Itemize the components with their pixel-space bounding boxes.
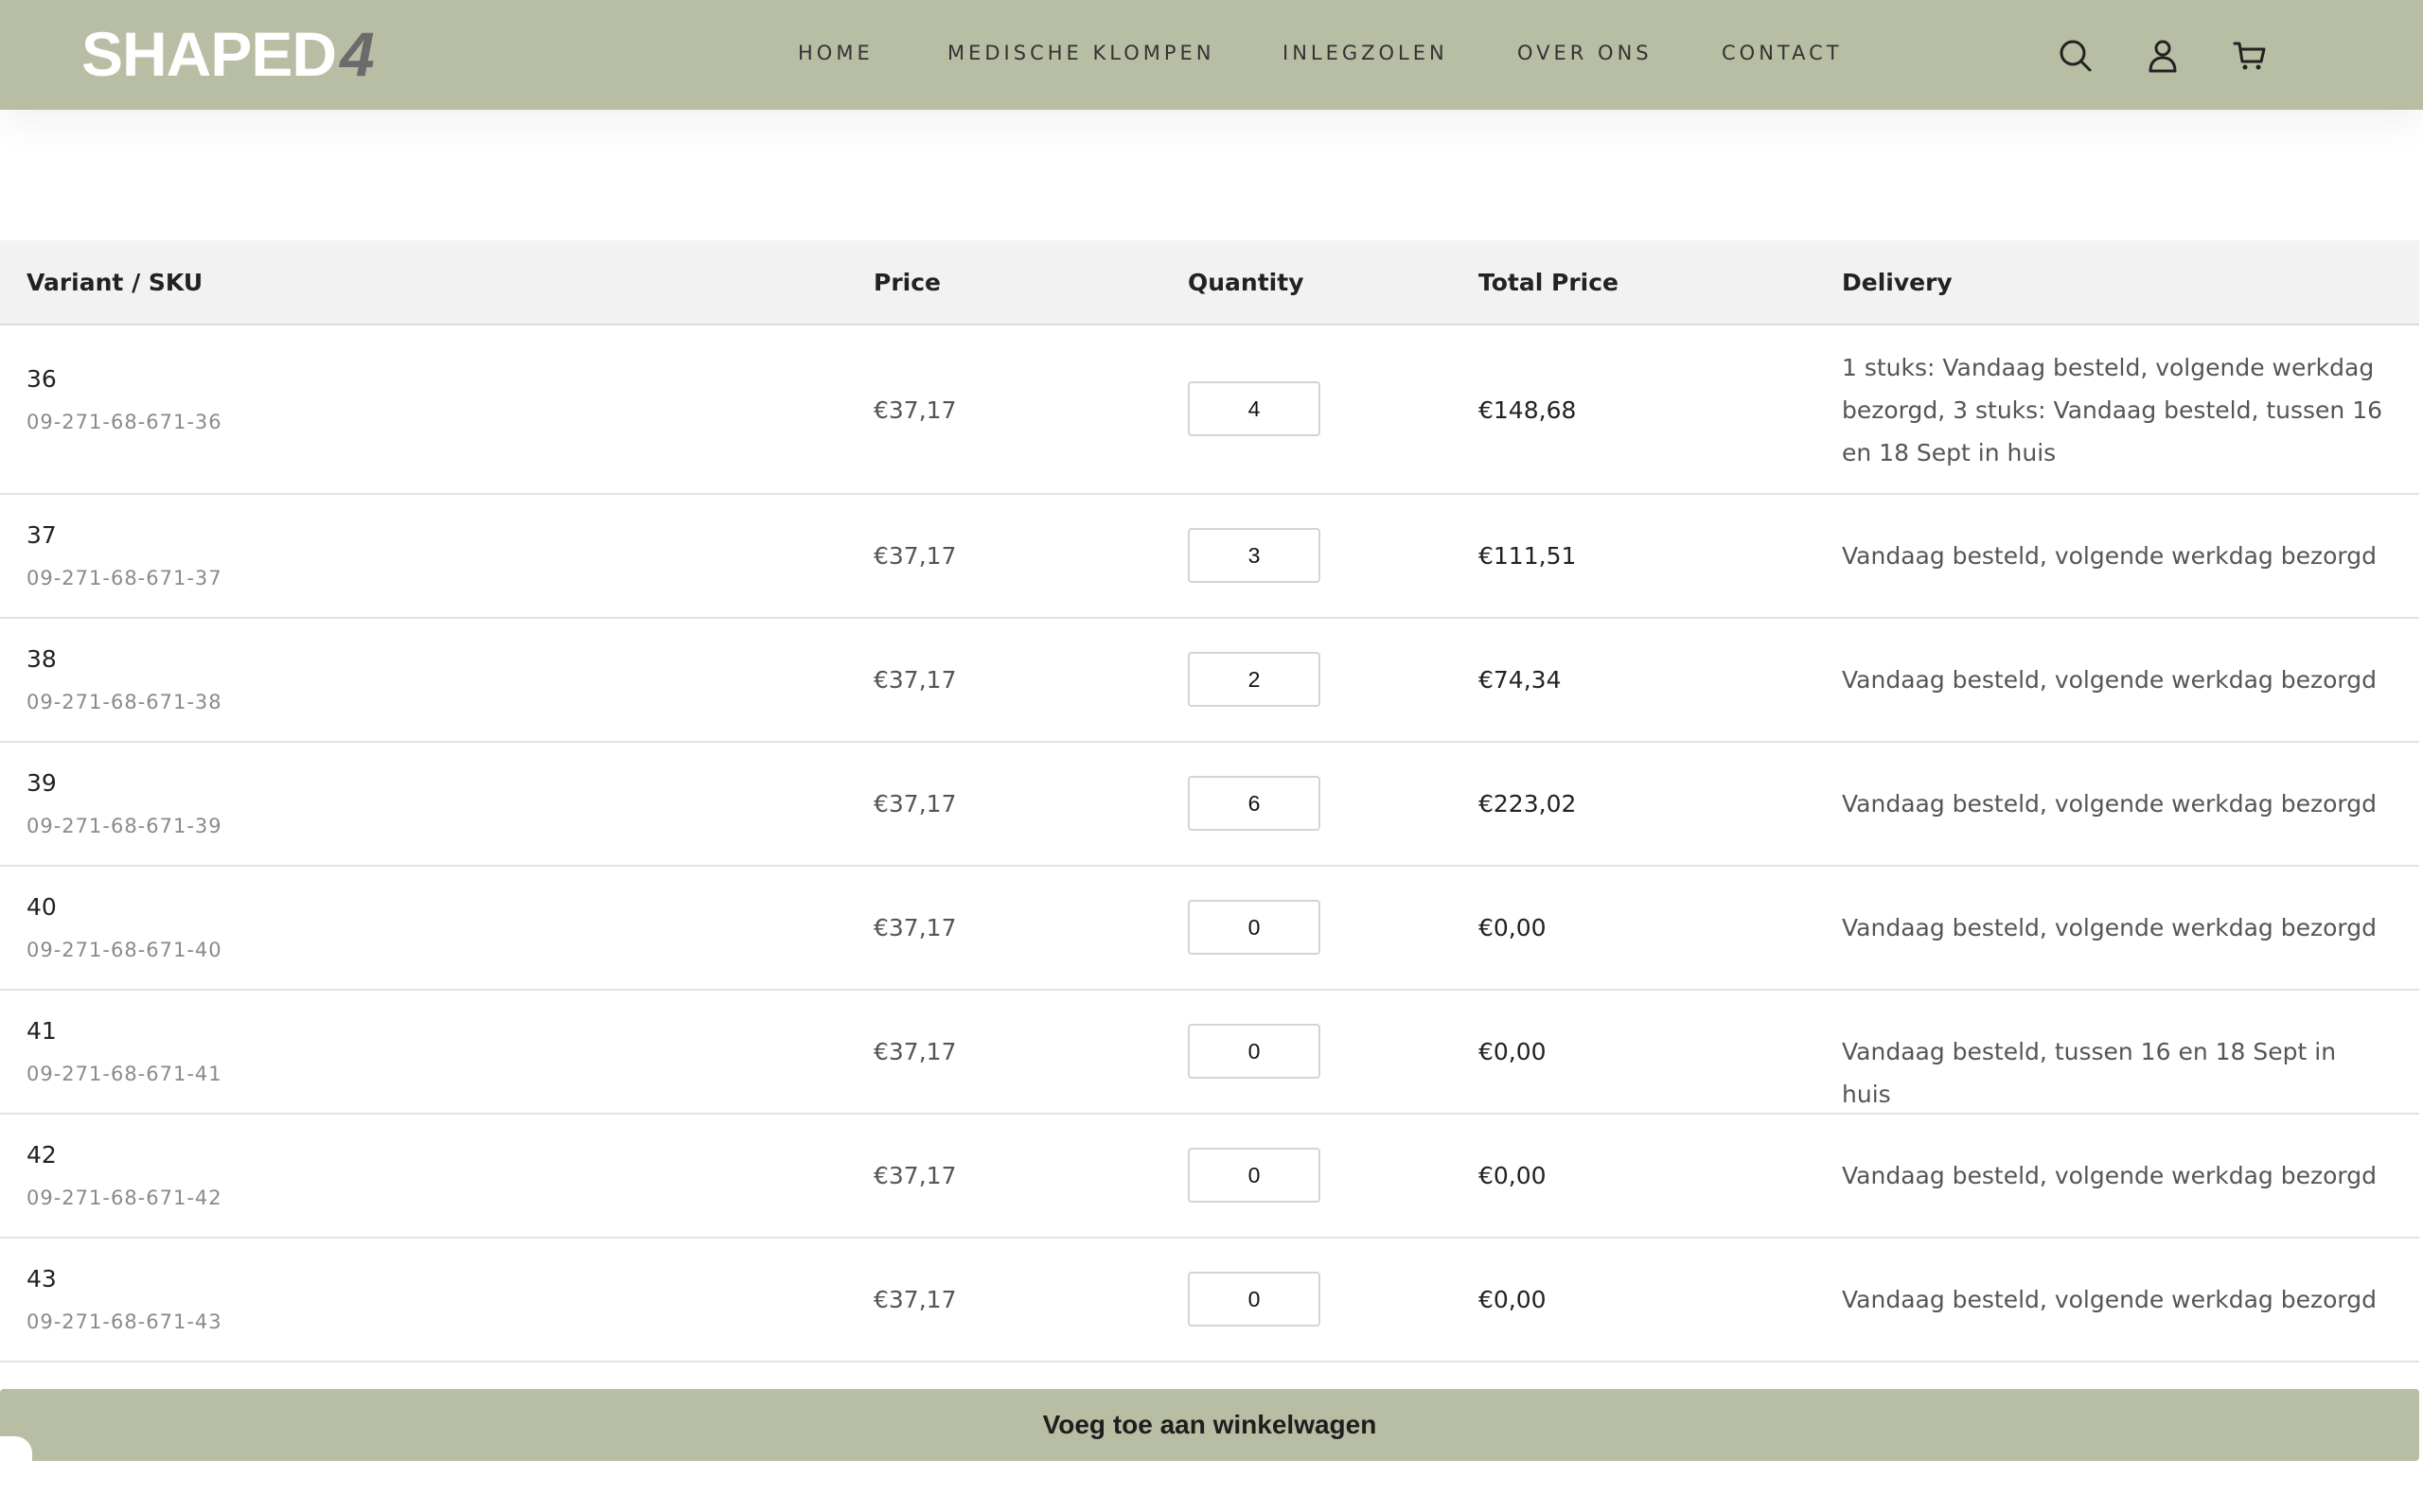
variant-size: 36 <box>27 365 57 393</box>
variant-size: 43 <box>27 1265 57 1292</box>
variant-size: 41 <box>27 1017 57 1045</box>
unit-price: €37,17 <box>874 914 957 941</box>
nav-medische-klompen[interactable]: MEDISCHE KLOMPEN <box>947 42 1215 64</box>
table-row: 43 09-271-68-671-43 €37,17 0 €0,00 Vanda… <box>0 1239 2419 1363</box>
cart-icon[interactable] <box>2231 36 2269 74</box>
total-price: €148,68 <box>1478 396 1577 424</box>
variant-size: 40 <box>27 893 57 921</box>
unit-price: €37,17 <box>874 1286 957 1313</box>
nav-over-ons[interactable]: OVER ONS <box>1517 42 1653 64</box>
column-price: Price <box>874 269 941 296</box>
total-price: €0,00 <box>1478 1162 1547 1189</box>
table-row: 36 09-271-68-671-36 €37,17 4 €148,68 1 s… <box>0 325 2419 495</box>
quantity-input[interactable]: 0 <box>1188 900 1320 955</box>
variant-sku: 09-271-68-671-38 <box>27 691 222 713</box>
variant-size: 42 <box>27 1141 57 1169</box>
table-row: 41 09-271-68-671-41 €37,17 0 €0,00 Vanda… <box>0 991 2419 1115</box>
delivery-info: Vandaag besteld, volgende werkdag bezorg… <box>1842 790 2377 818</box>
variant-size: 37 <box>27 521 57 549</box>
total-price: €74,34 <box>1478 666 1562 694</box>
table-row: 38 09-271-68-671-38 €37,17 2 €74,34 Vand… <box>0 619 2419 743</box>
search-icon[interactable] <box>2056 36 2094 74</box>
total-price: €0,00 <box>1478 1286 1547 1313</box>
total-price: €0,00 <box>1478 1038 1547 1065</box>
table-row: 37 09-271-68-671-37 €37,17 3 €111,51 Van… <box>0 495 2419 619</box>
unit-price: €37,17 <box>874 1162 957 1189</box>
delivery-info: Vandaag besteld, volgende werkdag bezorg… <box>1842 1162 2377 1189</box>
logo-accent: 4 <box>340 19 375 89</box>
quantity-input[interactable]: 6 <box>1188 776 1320 831</box>
variant-sku: 09-271-68-671-43 <box>27 1310 222 1333</box>
variant-sku: 09-271-68-671-42 <box>27 1187 222 1209</box>
total-price: €111,51 <box>1478 542 1577 570</box>
table-header: Variant / SKU Price Quantity Total Price… <box>0 240 2419 325</box>
delivery-info: Vandaag besteld, volgende werkdag bezorg… <box>1842 1286 2377 1313</box>
total-price: €0,00 <box>1478 914 1547 941</box>
variant-sku: 09-271-68-671-39 <box>27 815 222 837</box>
quantity-input[interactable]: 4 <box>1188 381 1320 436</box>
variant-table: Variant / SKU Price Quantity Total Price… <box>0 240 2419 1363</box>
site-header: SHAPED 4 HOME MEDISCHE KLOMPEN INLEGZOLEN… <box>0 0 2423 110</box>
delivery-info: Vandaag besteld, volgende werkdag bezorg… <box>1842 666 2377 694</box>
nav-inlegzolen[interactable]: INLEGZOLEN <box>1282 42 1448 64</box>
logo-text: SHAPED <box>81 19 337 89</box>
column-quantity: Quantity <box>1188 269 1304 296</box>
variant-sku: 09-271-68-671-41 <box>27 1063 222 1085</box>
quantity-input[interactable]: 0 <box>1188 1148 1320 1203</box>
unit-price: €37,17 <box>874 542 957 570</box>
delivery-info: Vandaag besteld, volgende werkdag bezorg… <box>1842 542 2377 570</box>
delivery-info: 1 stuks: Vandaag besteld, volgende werkd… <box>1842 354 2383 466</box>
table-row: 39 09-271-68-671-39 €37,17 6 €223,02 Van… <box>0 743 2419 867</box>
quantity-input[interactable]: 0 <box>1188 1024 1320 1079</box>
unit-price: €37,17 <box>874 396 957 424</box>
nav-home[interactable]: HOME <box>798 42 874 64</box>
quantity-input[interactable]: 2 <box>1188 652 1320 707</box>
unit-price: €37,17 <box>874 666 957 694</box>
variant-sku: 09-271-68-671-36 <box>27 411 222 433</box>
delivery-info: Vandaag besteld, volgende werkdag bezorg… <box>1842 914 2377 941</box>
logo[interactable]: SHAPED 4 <box>81 19 375 89</box>
column-delivery: Delivery <box>1842 269 1953 296</box>
account-icon[interactable] <box>2144 36 2182 74</box>
table-row: 40 09-271-68-671-40 €37,17 0 €0,00 Vanda… <box>0 867 2419 991</box>
variant-sku: 09-271-68-671-40 <box>27 939 222 961</box>
total-price: €223,02 <box>1478 790 1577 818</box>
variant-sku: 09-271-68-671-37 <box>27 567 222 589</box>
column-variant: Variant / SKU <box>27 269 203 296</box>
unit-price: €37,17 <box>874 790 957 818</box>
variant-size: 39 <box>27 769 57 797</box>
variant-size: 38 <box>27 645 57 673</box>
quantity-input[interactable]: 0 <box>1188 1272 1320 1327</box>
nav-contact[interactable]: CONTACT <box>1722 42 1843 64</box>
quantity-input[interactable]: 3 <box>1188 528 1320 583</box>
unit-price: €37,17 <box>874 1038 957 1065</box>
delivery-info: Vandaag besteld, tussen 16 en 18 Sept in… <box>1842 1038 2337 1108</box>
add-to-cart-button[interactable]: Voeg toe aan winkelwagen <box>0 1389 2419 1461</box>
table-row: 42 09-271-68-671-42 €37,17 0 €0,00 Vanda… <box>0 1115 2419 1239</box>
column-total-price: Total Price <box>1478 269 1618 296</box>
